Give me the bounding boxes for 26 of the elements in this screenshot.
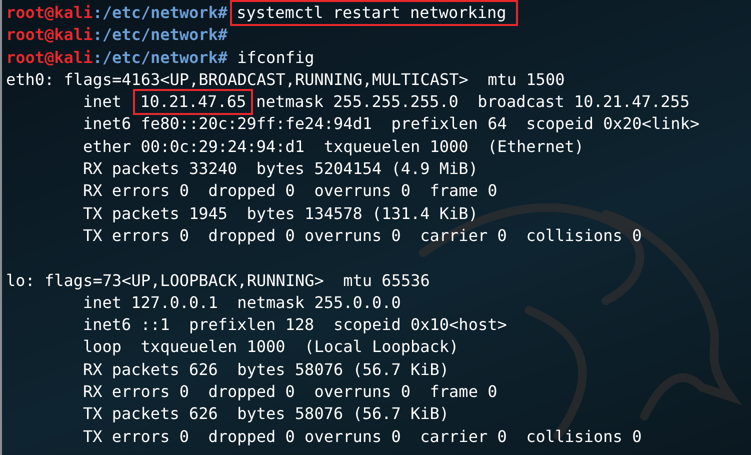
prompt-user: root@kali	[6, 24, 93, 46]
prompt-user: root@kali	[6, 46, 93, 69]
prompt-path: :/etc/network#	[92, 2, 228, 24]
output-text: inet	[83, 91, 122, 114]
output-text: eth0: flags=4163<UP,BROADCAST,RUNNING,MULTICAST> mtu 1500	[6, 68, 565, 91]
command-text: ifconfig	[237, 46, 314, 69]
output-text: lo: flags=73<UP,LOOPBACK,RUNNING> mtu 65536	[6, 270, 430, 292]
output-text: TX packets 1945 bytes 134578 (131.4 KiB)	[83, 202, 478, 225]
prompt-path: :/etc/network#	[92, 46, 228, 69]
output-text: inet6 ::1 prefixlen 128 scopeid 0x10<host>	[83, 314, 507, 336]
output-text: RX errors 0 dropped 0 overruns 0 frame 0	[83, 180, 498, 202]
output-text: TX errors 0 dropped 0 overruns 0 carrier 0 collisions 0	[83, 426, 642, 448]
prompt-user: root@kali	[6, 2, 93, 24]
output-text: TX packets 626 bytes 58076 (56.7 KiB)	[83, 403, 450, 426]
output-text: RX packets 33240 bytes 5204154 (4.9 MiB)	[83, 158, 478, 180]
highlighted-command: systemctl restart networking	[232, 2, 516, 24]
output-text: ether 00:0c:29:24:94:d1 txqueuelen 1000 (Ethernet)	[83, 136, 584, 158]
output-text: loop txqueuelen 1000 (Local Loopback)	[83, 336, 459, 358]
output-text: inet 127.0.0.1 netmask 255.0.0.0	[83, 292, 401, 314]
output-text: RX packets 626 bytes 58076 (56.7 KiB)	[83, 358, 450, 381]
output-text: TX errors 0 dropped 0 overruns 0 carrier 0 collisions 0	[83, 224, 642, 247]
output-text: netmask 255.255.255.0 broadcast 10.21.47.255	[256, 91, 690, 114]
highlighted-output: 10.21.47.65	[135, 91, 252, 114]
output-text: inet6 fe80::20c:29ff:fe24:94d1 prefixlen 64 scopeid 0x20<link>	[83, 113, 700, 136]
output-text: RX errors 0 dropped 0 overruns 0 frame 0	[83, 381, 498, 404]
prompt-path: :/etc/network#	[92, 24, 228, 46]
